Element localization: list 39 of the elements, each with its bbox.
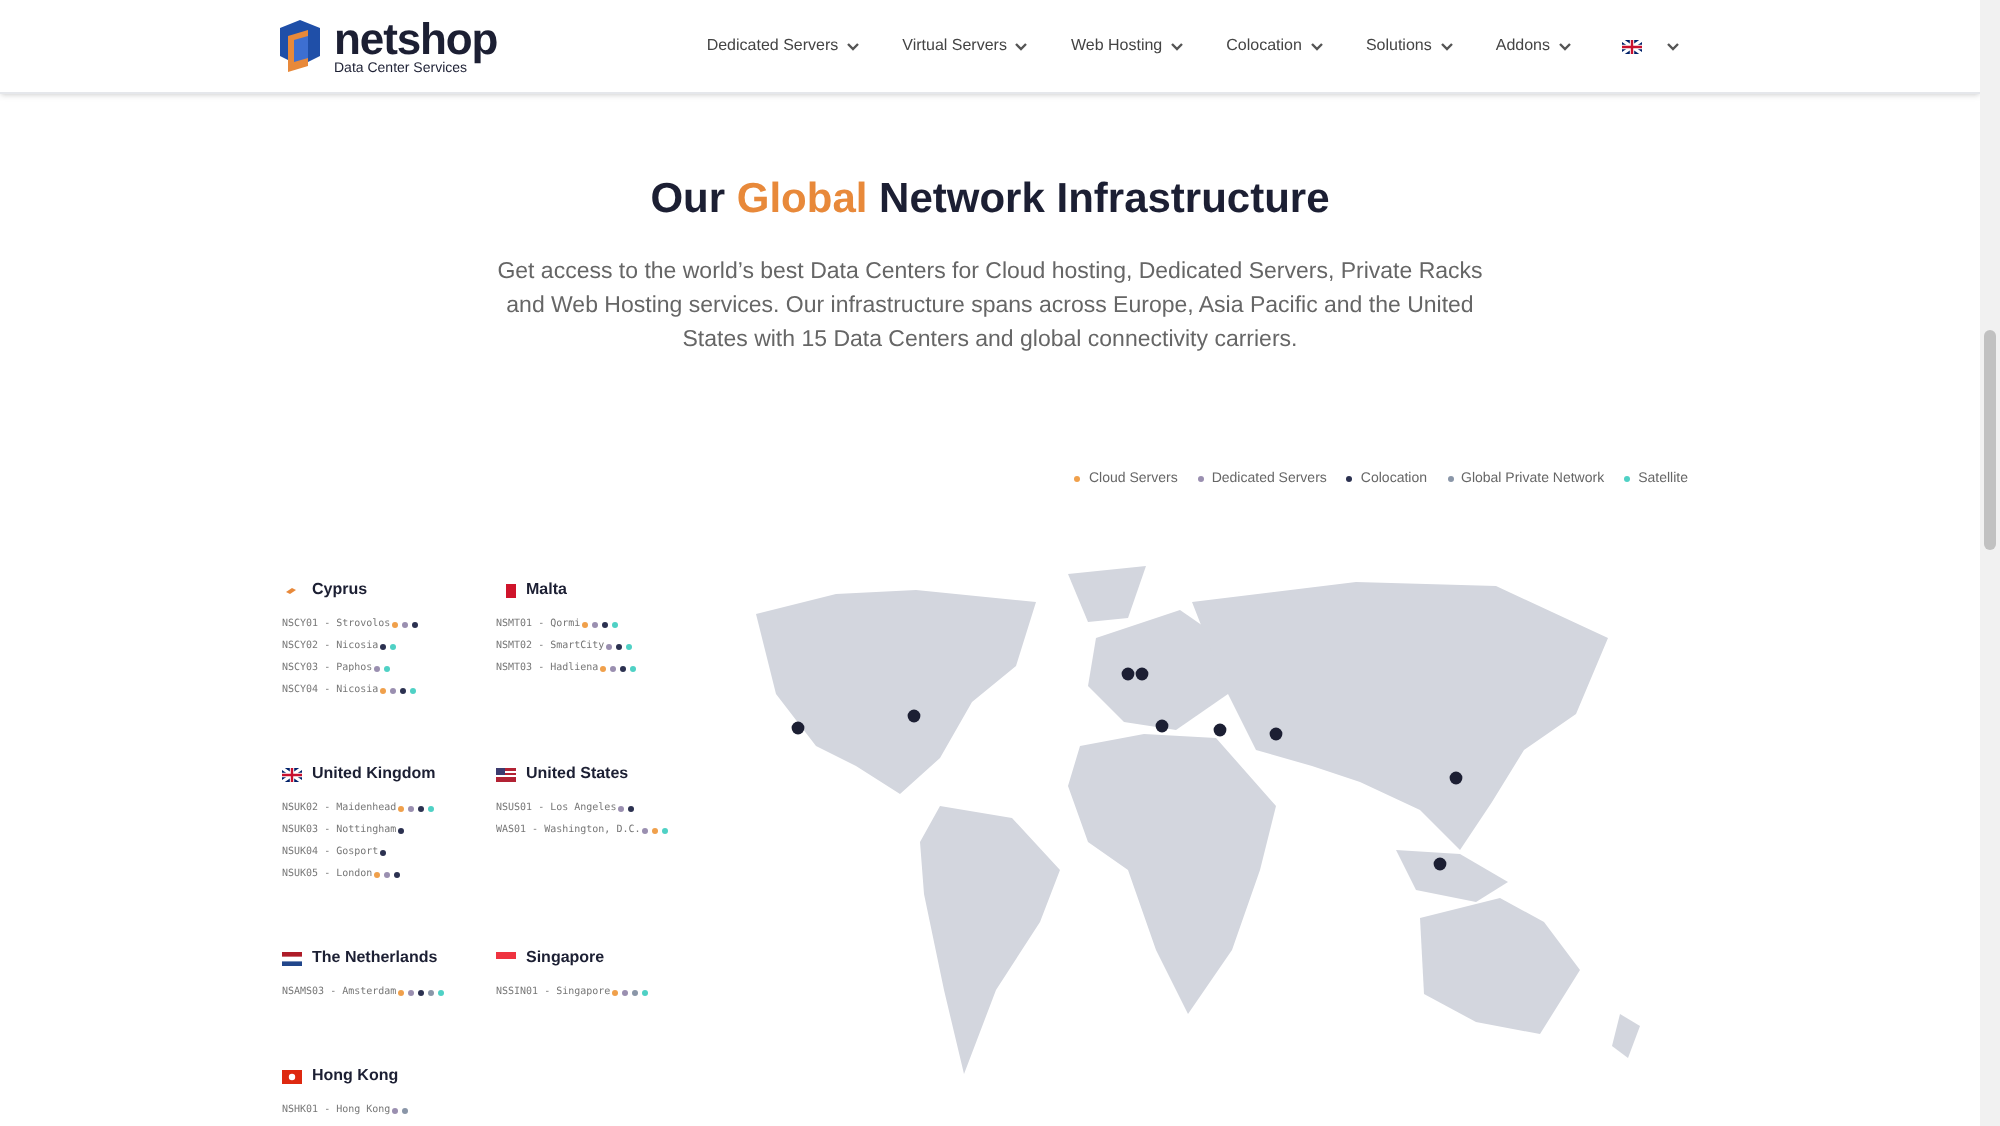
nav-link[interactable]: Colocation <box>1226 34 1324 58</box>
flag-icon <box>282 951 302 965</box>
chevron-down-icon <box>1014 41 1029 51</box>
country-name: Hong Kong <box>312 1064 399 1088</box>
flag-icon <box>496 951 516 965</box>
nav-link[interactable]: Addons <box>1495 34 1572 58</box>
chevron-down-icon <box>1170 41 1185 51</box>
scrollbar[interactable] <box>1980 0 2000 1126</box>
country-name: United Kingdom <box>312 762 436 786</box>
nav-link[interactable]: Solutions <box>1365 34 1454 58</box>
section-description: Get access to the world’s best Data Centers for Cloud hosting, Dedicated Servers, Private Racks and Web Hosting services. Our infrastructure spans across Europe, Asia Pacific and the United States with 15 Data Centers and global connectivity carriers. <box>495 257 1485 355</box>
section-title: Our Global Network Infrastructure <box>650 174 1330 226</box>
flag-icon <box>282 767 302 781</box>
nav-link[interactable]: Dedicated Servers <box>706 34 861 58</box>
location-marker <box>791 721 805 735</box>
language-selector[interactable] <box>1622 39 1680 53</box>
location-marker <box>1213 723 1227 737</box>
location-marker <box>907 709 921 723</box>
chevron-down-icon <box>1558 41 1572 51</box>
country-name: Singapore <box>526 946 605 970</box>
chevron-down-icon <box>1439 41 1454 51</box>
country-name: Malta <box>526 578 567 602</box>
brand-name: netshop <box>334 17 498 61</box>
nav-link[interactable]: Web Hosting <box>1070 34 1185 58</box>
country-name: United States <box>526 762 629 786</box>
flag-icon <box>496 767 516 781</box>
flag-icon <box>1622 39 1642 53</box>
location-marker <box>1269 727 1283 741</box>
location-marker <box>1449 771 1463 785</box>
chevron-down-icon <box>1666 41 1680 51</box>
country-name: The Netherlands <box>312 946 438 970</box>
cube-logo-icon <box>274 18 326 74</box>
nav-link[interactable]: Virtual Servers <box>902 34 1029 58</box>
location-marker <box>1155 719 1169 733</box>
country-name: Cyprus <box>312 578 368 602</box>
chevron-down-icon <box>1309 41 1324 51</box>
chevron-down-icon <box>846 41 861 51</box>
flag-icon <box>282 1069 302 1083</box>
location-marker <box>1433 857 1447 871</box>
